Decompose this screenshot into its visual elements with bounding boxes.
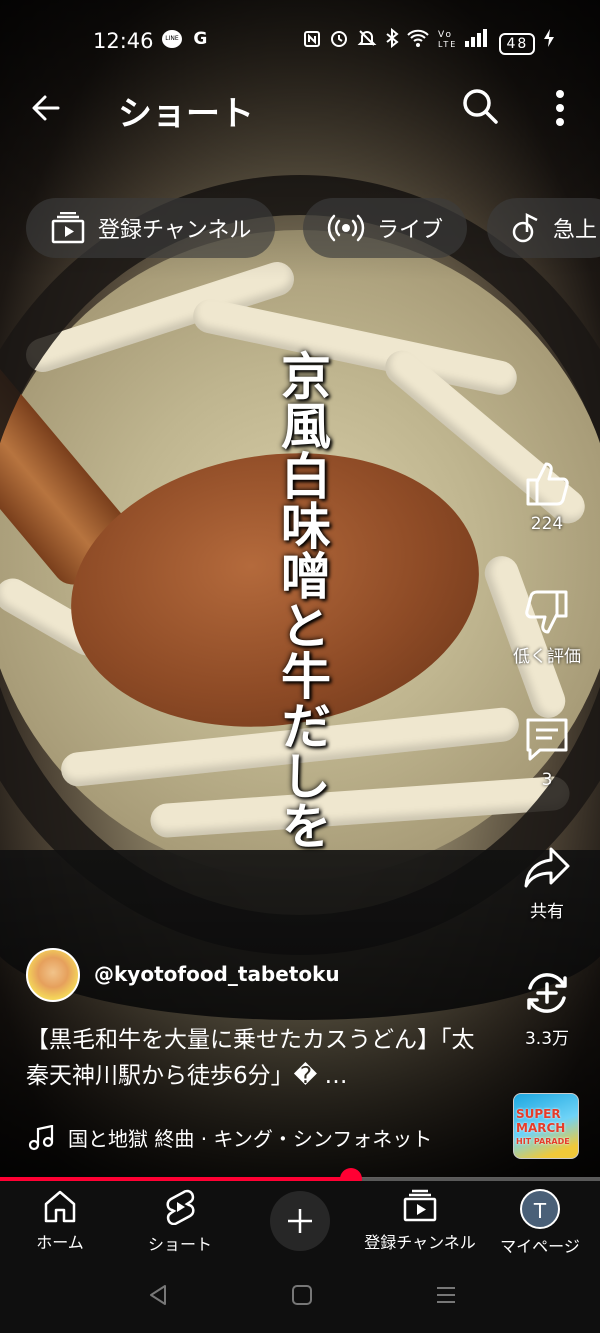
line-icon: LINE <box>162 30 182 48</box>
nav-label: 登録チャンネル <box>364 1233 476 1252</box>
nav-label: ショート <box>147 1235 212 1254</box>
comment-count: 3 <box>541 770 553 790</box>
page-title: ショート <box>118 94 254 134</box>
chip-label: 登録チャンネル <box>98 218 252 243</box>
dislike-label: 低く評価 <box>513 647 581 667</box>
svg-text:LTE: LTE <box>438 40 456 48</box>
chip-label: ライブ <box>377 218 444 243</box>
battery-indicator: 48 <box>499 33 536 55</box>
music-thumbnail[interactable]: SUPER MARCH HIT PARADE <box>513 1093 579 1159</box>
thumb-line: SUPER <box>516 1107 561 1121</box>
nav-label: マイページ <box>500 1237 580 1256</box>
live-icon <box>327 214 365 242</box>
chip-live[interactable]: ライブ <box>303 198 468 258</box>
shorts-icon <box>166 1189 195 1225</box>
comment-icon <box>526 718 568 761</box>
chip-trending[interactable]: 急上 <box>487 198 600 258</box>
status-notification-icons: LINE G <box>162 29 207 49</box>
channel-handle[interactable]: @kyotofood_tabetoku <box>94 962 340 986</box>
comments-button[interactable]: 3 <box>505 716 589 790</box>
nav-home[interactable]: ホーム <box>0 1189 120 1253</box>
alarm-icon <box>331 31 348 47</box>
system-back-icon[interactable] <box>146 1283 170 1307</box>
status-bar: 12:46 LINE G Vo LTE 48 <box>0 0 600 80</box>
svg-text:Vo: Vo <box>438 30 453 40</box>
subscriptions-icon <box>51 212 85 244</box>
bottom-navigation: ホーム ショート 登録チャンネル T マイページ <box>0 1181 600 1261</box>
like-button[interactable]: 224 <box>505 460 589 534</box>
music-row[interactable]: 国と地獄 終曲 · キング・シンフォネット <box>28 1123 432 1152</box>
search-icon[interactable] <box>460 86 500 126</box>
volte-icon: VoLTE <box>438 30 456 49</box>
system-menu-icon[interactable] <box>434 1283 458 1307</box>
system-navigation-bar <box>0 1261 600 1333</box>
subscriptions-icon <box>403 1189 437 1222</box>
thumbs-down-icon <box>525 590 568 634</box>
trending-icon <box>512 212 538 243</box>
plus-icon <box>288 1209 312 1233</box>
share-icon <box>524 847 570 888</box>
signal-icon <box>464 29 487 47</box>
create-button[interactable] <box>270 1191 330 1251</box>
google-icon: G <box>193 29 208 49</box>
music-title: 国と地獄 終曲 · キング・シンフォネット <box>68 1127 433 1151</box>
charging-icon <box>544 29 554 47</box>
share-button[interactable]: 共有 <box>505 843 589 922</box>
music-note-icon <box>28 1124 54 1150</box>
status-time: 12:46 <box>93 29 154 53</box>
thumb-line: HIT PARADE <box>516 1137 570 1146</box>
nav-my-page[interactable]: T マイページ <box>480 1189 600 1257</box>
nfc-icon <box>304 31 321 47</box>
mute-icon <box>357 30 377 46</box>
status-system-icons: Vo LTE 48 <box>303 27 555 55</box>
thumbs-up-icon <box>526 462 569 506</box>
chip-subscriptions[interactable]: 登録チャンネル <box>26 198 276 258</box>
channel-avatar[interactable] <box>26 948 80 1002</box>
thumb-line: MARCH <box>516 1121 566 1135</box>
remix-button[interactable]: 3.3万 <box>505 968 589 1049</box>
nav-label: ホーム <box>36 1233 84 1252</box>
system-home-icon[interactable] <box>290 1283 314 1307</box>
remix-icon <box>527 973 567 1013</box>
share-label: 共有 <box>530 902 564 922</box>
top-app-bar: ショート <box>0 80 600 140</box>
nav-shorts[interactable]: ショート <box>120 1189 240 1255</box>
wifi-icon <box>407 29 429 47</box>
back-arrow-icon[interactable] <box>26 88 66 128</box>
like-count: 224 <box>530 514 564 534</box>
more-vert-icon[interactable] <box>545 86 575 130</box>
chip-label: 急上 <box>553 218 598 243</box>
filter-chips: 登録チャンネル ライブ 急上 <box>0 198 600 260</box>
nav-subscriptions[interactable]: 登録チャンネル <box>360 1189 480 1253</box>
video-title[interactable]: 【黒毛和牛を大量に乗せたカスうどん】「太秦天神川駅から徒歩6分」� … <box>26 1022 496 1094</box>
remix-count: 3.3万 <box>524 1029 570 1049</box>
bluetooth-icon <box>385 27 399 49</box>
home-icon <box>44 1190 76 1223</box>
video-caption: 京風白味噌と牛だしを <box>273 350 332 850</box>
user-avatar: T <box>520 1189 560 1229</box>
dislike-button[interactable]: 低く評価 <box>505 588 589 667</box>
